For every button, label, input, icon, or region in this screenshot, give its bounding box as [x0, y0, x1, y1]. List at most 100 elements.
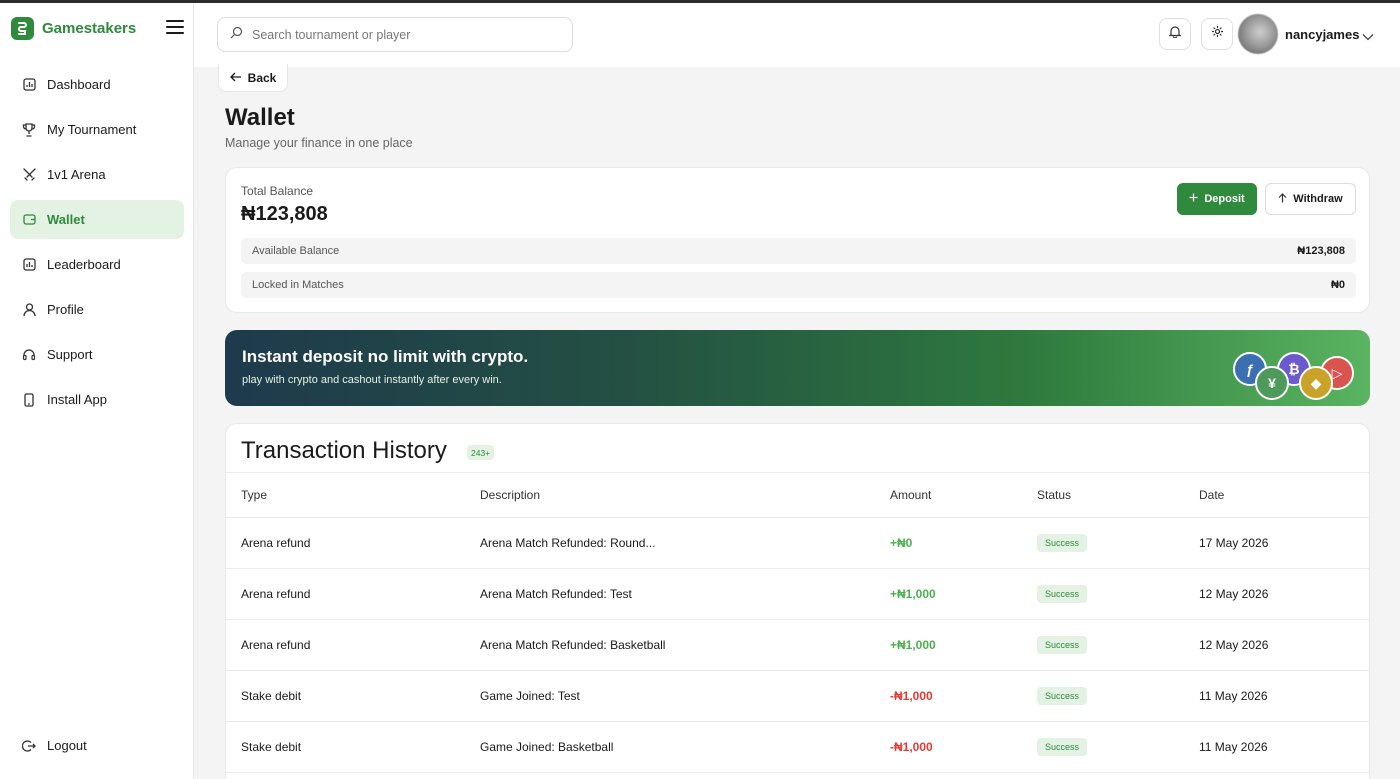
table-row[interactable]: Stake debit Game Joined: Basketball -₦1,…: [226, 722, 1369, 773]
locked-balance-row: Locked in Matches ₦0: [241, 272, 1356, 298]
ethereum-icon: ◆: [1299, 366, 1333, 400]
hamburger-menu-icon[interactable]: [166, 20, 184, 36]
username[interactable]: nancyjames: [1285, 27, 1359, 42]
tx-status-cell: Success: [1037, 671, 1088, 721]
brand-logo-icon: [11, 17, 34, 40]
sidebar-item-label: My Tournament: [47, 122, 137, 137]
sidebar-item-profile[interactable]: Profile: [10, 290, 184, 329]
tx-date: 12 May 2026: [1199, 638, 1269, 652]
sidebar-item-wallet[interactable]: Wallet: [10, 200, 184, 239]
table-row[interactable]: Arena refund Arena Match Refunded: Baske…: [226, 620, 1369, 671]
sidebar: Gamestakers Dashboard My Tournament 1v1 …: [0, 3, 194, 779]
tx-type: Arena refund: [241, 638, 311, 652]
tx-date: 17 May 2026: [1199, 536, 1269, 550]
available-balance-value: ₦123,808: [1297, 245, 1345, 257]
deposit-button[interactable]: Deposit: [1177, 183, 1257, 215]
sidebar-item-my-tournament[interactable]: My Tournament: [10, 110, 184, 149]
search-icon: [230, 26, 243, 44]
tx-status-cell: Success: [1037, 722, 1088, 772]
sidebar-item-label: Wallet: [47, 212, 85, 227]
sidebar-item-label: Dashboard: [47, 77, 111, 92]
arrow-up-icon: [1278, 192, 1293, 206]
status-badge: Success: [1037, 738, 1088, 756]
table-row[interactable]: Stake debit Game Joined: Test -₦1,000 Su…: [226, 671, 1369, 722]
withdraw-label: Withdraw: [1293, 193, 1343, 205]
chevron-down-icon[interactable]: [1362, 28, 1374, 46]
tx-amount: +₦1,000: [890, 638, 936, 652]
search-bar[interactable]: [217, 17, 573, 52]
transaction-history-card: Transaction History 243+ Type Descriptio…: [225, 423, 1370, 779]
withdraw-button[interactable]: Withdraw: [1265, 183, 1356, 215]
back-label: Back: [247, 70, 277, 85]
promo-subtitle: play with crypto and cashout instantly a…: [242, 374, 502, 386]
sidebar-nav: Dashboard My Tournament 1v1 Arena Wallet…: [10, 65, 184, 425]
transaction-count-badge: 243+: [467, 445, 495, 460]
tx-description: Game Joined: Test: [480, 689, 580, 703]
tx-type: Stake debit: [241, 689, 302, 703]
bell-icon: [1168, 25, 1182, 43]
tx-date: 11 May 2026: [1199, 689, 1268, 703]
search-input[interactable]: [252, 27, 552, 42]
status-badge: Success: [1037, 687, 1088, 705]
brand[interactable]: Gamestakers: [11, 17, 136, 40]
table-row[interactable]: Arena refund Arena Match Refunded: Round…: [226, 518, 1369, 569]
tx-status-cell: Success: [1037, 620, 1088, 670]
tx-amount: +₦1,000: [890, 587, 936, 601]
tx-type: Arena refund: [241, 587, 311, 601]
total-balance-value: ₦123,808: [241, 203, 328, 225]
locked-balance-label: Locked in Matches: [252, 279, 344, 291]
sidebar-item-dashboard[interactable]: Dashboard: [10, 65, 184, 104]
tx-amount: -₦1,000: [890, 740, 933, 754]
sidebar-item-1v1-arena[interactable]: 1v1 Arena: [10, 155, 184, 194]
trophy-icon: [22, 122, 36, 137]
table-row[interactable]: Arena refund Arena Match Refunded: Test …: [226, 569, 1369, 620]
sidebar-item-install-app[interactable]: Install App: [10, 380, 184, 419]
available-balance-row: Available Balance ₦123,808: [241, 238, 1356, 264]
column-header-type[interactable]: Type: [241, 473, 267, 517]
tx-amount: -₦1,000: [890, 689, 933, 703]
tx-date: 12 May 2026: [1199, 587, 1269, 601]
back-button[interactable]: Back: [218, 64, 288, 92]
settings-button[interactable]: [1201, 18, 1233, 50]
sidebar-item-leaderboard[interactable]: Leaderboard: [10, 245, 184, 284]
column-header-date[interactable]: Date: [1199, 473, 1224, 517]
promo-title: Instant deposit no limit with crypto.: [242, 347, 529, 366]
sidebar-item-support[interactable]: Support: [10, 335, 184, 374]
sidebar-item-label: Profile: [47, 302, 84, 317]
crypto-promo-banner[interactable]: Instant deposit no limit with crypto. pl…: [225, 330, 1370, 406]
tx-status-cell: Success: [1037, 518, 1088, 568]
avatar[interactable]: [1238, 14, 1278, 54]
deposit-label: Deposit: [1204, 193, 1245, 205]
tx-description: Arena Match Refunded: Basketball: [480, 638, 666, 652]
column-header-description[interactable]: Description: [480, 473, 540, 517]
tx-description: Game Joined: Basketball: [480, 740, 614, 754]
gear-icon: [1211, 25, 1224, 43]
leaderboard-icon: [22, 258, 36, 272]
total-balance-label: Total Balance: [241, 184, 314, 198]
page-title: Wallet: [225, 104, 295, 131]
sidebar-item-label: Support: [47, 347, 93, 362]
swords-icon: [22, 168, 36, 182]
tx-date: 11 May 2026: [1199, 740, 1268, 754]
sidebar-item-label: 1v1 Arena: [47, 167, 106, 182]
sidebar-item-label: Install App: [47, 392, 107, 407]
transaction-history-title: Transaction History: [241, 437, 447, 464]
headset-icon: [22, 348, 36, 362]
page-subtitle: Manage your finance in one place: [225, 136, 413, 150]
arrow-left-icon: [229, 71, 248, 85]
dashboard-icon: [22, 78, 36, 92]
logout-button[interactable]: Logout: [10, 726, 184, 765]
top-header: nancyjames: [194, 3, 1400, 67]
logout-label: Logout: [47, 738, 87, 753]
tx-amount: +₦0: [890, 536, 913, 550]
notification-button[interactable]: [1159, 18, 1191, 50]
column-header-status[interactable]: Status: [1037, 473, 1071, 517]
available-balance-label: Available Balance: [252, 245, 340, 257]
balance-card: Total Balance ₦123,808 Deposit Withdraw …: [225, 167, 1370, 313]
phone-icon: [22, 392, 36, 407]
column-header-amount[interactable]: Amount: [890, 473, 931, 517]
status-badge: Success: [1037, 534, 1088, 552]
tx-type: Arena refund: [241, 536, 311, 550]
tx-type: Stake debit: [241, 740, 302, 754]
tx-description: Arena Match Refunded: Round...: [480, 536, 656, 550]
